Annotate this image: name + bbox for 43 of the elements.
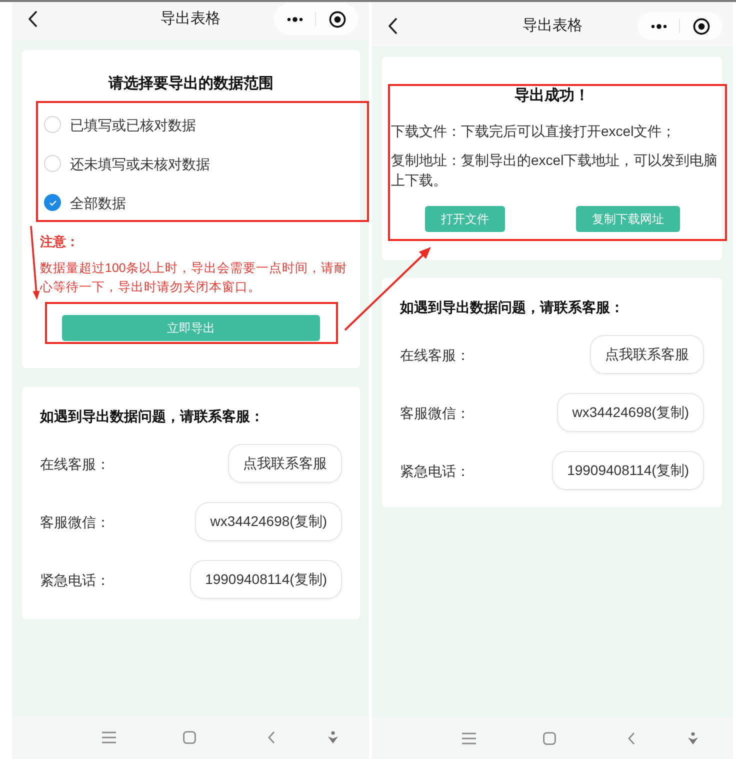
card-title: 请选择要导出的数据范围 bbox=[107, 74, 274, 94]
info-text: 复制地址：复制导出的excel下载地址，可以发到电脑上下载。 bbox=[391, 151, 719, 190]
back-chevron-icon[interactable] bbox=[388, 18, 397, 34]
square-icon[interactable] bbox=[183, 731, 196, 744]
radio-button[interactable] bbox=[44, 155, 61, 172]
contact-label: 客服微信： bbox=[40, 512, 110, 532]
more-dots-icon[interactable] bbox=[286, 16, 302, 22]
option-label: 还未填写或未核对数据 bbox=[70, 154, 210, 174]
back-icon[interactable] bbox=[268, 731, 275, 744]
contact-button[interactable]: 19909408114(复制) bbox=[190, 560, 342, 599]
contact-label: 在线客服： bbox=[400, 346, 470, 364]
menu-icon[interactable] bbox=[461, 732, 477, 744]
contact-button[interactable]: wx34424698(复制) bbox=[195, 502, 342, 541]
target-icon[interactable] bbox=[692, 18, 710, 34]
back-chevron-icon[interactable] bbox=[28, 11, 37, 27]
square-icon[interactable] bbox=[543, 732, 556, 744]
menu-icon[interactable] bbox=[101, 731, 117, 744]
page-title: 导出表格 bbox=[522, 16, 582, 36]
contact-label: 紧急电话： bbox=[40, 570, 110, 590]
dot-arrow-icon[interactable] bbox=[687, 732, 699, 744]
contact-button[interactable]: 点我联系客服 bbox=[590, 335, 704, 374]
card-title: 如遇到导出数据问题，请联系客服： bbox=[400, 298, 625, 317]
note-title: 注意： bbox=[40, 233, 79, 251]
more-dots-icon[interactable] bbox=[650, 24, 666, 28]
check-icon bbox=[48, 200, 56, 206]
radio-button[interactable] bbox=[44, 194, 61, 211]
page-title: 导出表格 bbox=[160, 9, 220, 29]
info-text: 下载文件：下载完后可以直接打开excel文件； bbox=[391, 122, 677, 141]
option-label: 已填写或已核对数据 bbox=[70, 116, 196, 134]
dot-arrow-icon[interactable] bbox=[327, 731, 339, 744]
card-title: 导出成功！ bbox=[514, 86, 590, 106]
contact-button[interactable]: wx34424698(复制) bbox=[557, 393, 704, 432]
contact-button[interactable]: 点我联系客服 bbox=[228, 444, 342, 483]
target-icon[interactable] bbox=[328, 10, 346, 28]
contact-label: 客服微信： bbox=[400, 404, 470, 422]
contact-label: 在线客服： bbox=[40, 454, 110, 474]
contact-label: 紧急电话： bbox=[400, 462, 470, 480]
option-label: 全部数据 bbox=[70, 194, 126, 212]
card-title: 如遇到导出数据问题，请联系客服： bbox=[40, 407, 265, 426]
contact-button[interactable]: 19909408114(复制) bbox=[552, 451, 704, 490]
back-icon[interactable] bbox=[628, 732, 635, 744]
radio-button[interactable] bbox=[44, 116, 61, 133]
note-text: 数据量超过100条以上时，导出会需要一点时间，请耐心等待一下，导出时请勿关闭本窗口。 bbox=[40, 260, 348, 296]
